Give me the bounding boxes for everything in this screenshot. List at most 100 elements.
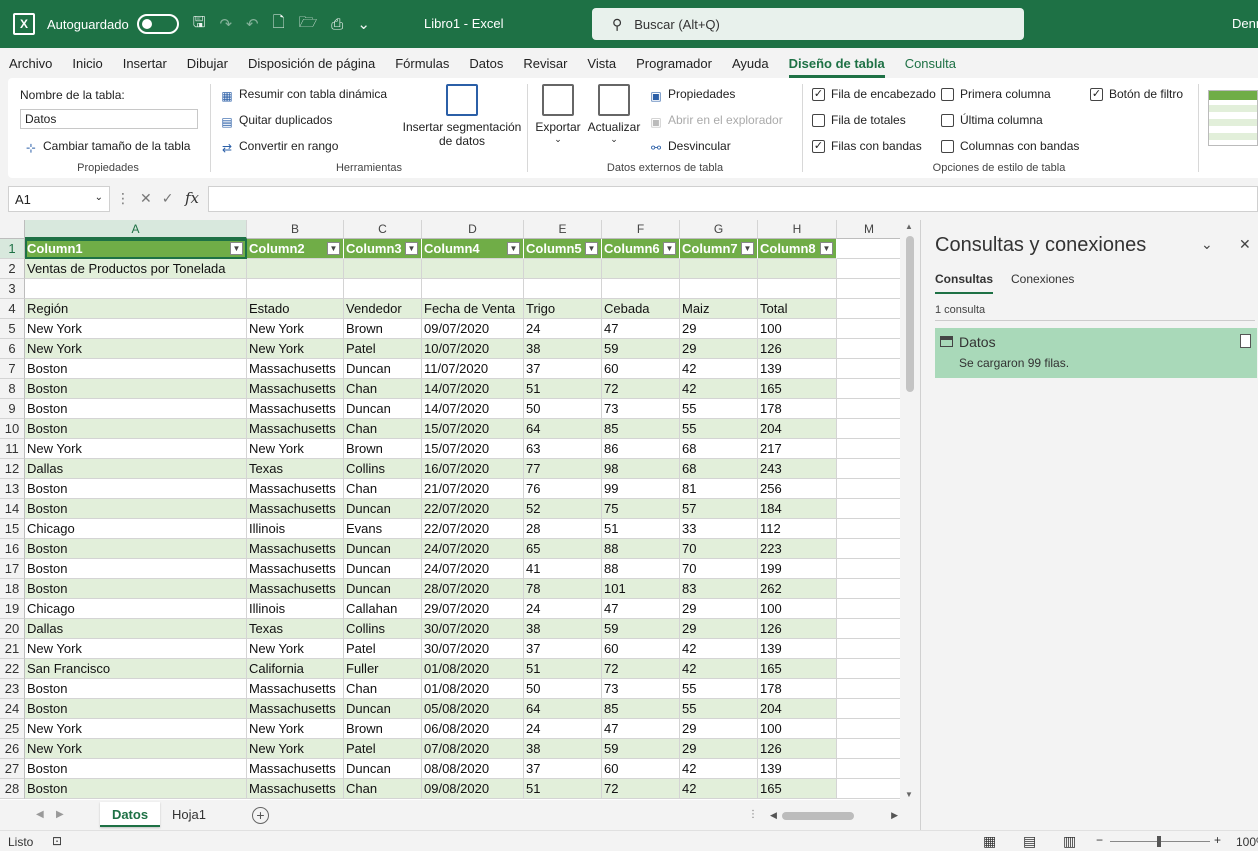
cell[interactable]: Boston bbox=[25, 579, 247, 599]
cell[interactable]: Ventas de Productos por Tonelada bbox=[25, 259, 247, 279]
cell[interactable]: 59 bbox=[602, 739, 680, 759]
cell[interactable]: New York bbox=[25, 319, 247, 339]
row-header[interactable]: 17 bbox=[0, 559, 25, 579]
cell[interactable]: 22/07/2020 bbox=[422, 499, 524, 519]
cell[interactable] bbox=[524, 279, 602, 299]
tab-formulas[interactable]: Fórmulas bbox=[395, 56, 449, 71]
cell[interactable] bbox=[837, 419, 900, 439]
tab-inicio[interactable]: Inicio bbox=[72, 56, 102, 71]
cell[interactable] bbox=[837, 679, 900, 699]
cell[interactable]: 73 bbox=[602, 679, 680, 699]
cell[interactable]: 126 bbox=[758, 619, 837, 639]
cell[interactable]: 37 bbox=[524, 359, 602, 379]
row-header[interactable]: 11 bbox=[0, 439, 25, 459]
table-header-cell[interactable]: Column6 ▼ bbox=[602, 239, 680, 259]
cell[interactable] bbox=[837, 259, 900, 279]
cell[interactable] bbox=[837, 659, 900, 679]
spreadsheet-grid[interactable]: A B C D E F G H M 1 Column1 ▼ Column2 ▼ Column3 ▼ Column… bbox=[0, 220, 900, 800]
horizontal-scrollbar[interactable]: ◀ ▶ bbox=[770, 810, 898, 822]
cell[interactable]: 29 bbox=[680, 339, 758, 359]
cell[interactable]: 73 bbox=[602, 399, 680, 419]
row-header[interactable]: 28 bbox=[0, 779, 25, 799]
cell[interactable] bbox=[837, 499, 900, 519]
cell[interactable]: 29 bbox=[680, 319, 758, 339]
cell[interactable]: Massachusetts bbox=[247, 699, 344, 719]
column-header[interactable]: A bbox=[25, 220, 247, 239]
cell[interactable] bbox=[837, 539, 900, 559]
row-header[interactable]: 26 bbox=[0, 739, 25, 759]
cell[interactable]: 08/08/2020 bbox=[422, 759, 524, 779]
refresh-button[interactable]: Actualizar ⌄ bbox=[585, 84, 643, 145]
cell[interactable]: 47 bbox=[602, 599, 680, 619]
tab-consultas[interactable]: Consultas bbox=[935, 272, 994, 294]
cell[interactable]: 24 bbox=[524, 599, 602, 619]
cell[interactable]: Boston bbox=[25, 359, 247, 379]
cell[interactable] bbox=[602, 279, 680, 299]
cell[interactable] bbox=[422, 279, 524, 299]
cell[interactable]: 126 bbox=[758, 739, 837, 759]
table-header-cell[interactable]: Column7 ▼ bbox=[680, 239, 758, 259]
filter-dropdown-icon[interactable]: ▼ bbox=[405, 242, 418, 255]
cell[interactable] bbox=[837, 599, 900, 619]
cell[interactable]: Trigo bbox=[524, 299, 602, 319]
row-header[interactable]: 18 bbox=[0, 579, 25, 599]
tab-conexiones[interactable]: Conexiones bbox=[1011, 272, 1074, 294]
cell[interactable]: 85 bbox=[602, 699, 680, 719]
cell[interactable]: 217 bbox=[758, 439, 837, 459]
cell[interactable]: 24 bbox=[524, 719, 602, 739]
cell[interactable]: 14/07/2020 bbox=[422, 379, 524, 399]
cell[interactable]: 52 bbox=[524, 499, 602, 519]
row-header[interactable]: 13 bbox=[0, 479, 25, 499]
column-header[interactable]: M bbox=[837, 220, 900, 239]
search-box[interactable]: ⚲ Buscar (Alt+Q) bbox=[592, 8, 1024, 40]
cell[interactable]: New York bbox=[25, 739, 247, 759]
cell[interactable]: 100 bbox=[758, 599, 837, 619]
cell[interactable]: 64 bbox=[524, 699, 602, 719]
close-icon[interactable]: ✕ bbox=[1239, 236, 1251, 253]
remove-duplicates-button[interactable]: ▤ Quitar duplicados bbox=[220, 113, 332, 129]
cell[interactable]: New York bbox=[25, 439, 247, 459]
cell[interactable]: 81 bbox=[680, 479, 758, 499]
cell[interactable]: Collins bbox=[344, 459, 422, 479]
cell[interactable]: Chan bbox=[344, 379, 422, 399]
cell[interactable]: 33 bbox=[680, 519, 758, 539]
cell[interactable]: 165 bbox=[758, 779, 837, 799]
cell[interactable]: 65 bbox=[524, 539, 602, 559]
customize-toolbar-icon[interactable]: ⌄ bbox=[357, 15, 370, 33]
cell[interactable]: Dallas bbox=[25, 619, 247, 639]
cell[interactable]: Región bbox=[25, 299, 247, 319]
undo-icon[interactable]: ↶ bbox=[246, 15, 259, 33]
cell[interactable]: 60 bbox=[602, 639, 680, 659]
tab-insertar[interactable]: Insertar bbox=[123, 56, 167, 71]
cell[interactable] bbox=[837, 479, 900, 499]
cell[interactable]: Massachusetts bbox=[247, 579, 344, 599]
table-header-cell[interactable]: Column5 ▼ bbox=[524, 239, 602, 259]
cell[interactable]: California bbox=[247, 659, 344, 679]
tab-diseno-tabla[interactable]: Diseño de tabla bbox=[788, 56, 885, 78]
scroll-down-icon[interactable]: ▼ bbox=[905, 790, 913, 799]
filter-dropdown-icon[interactable]: ▼ bbox=[820, 242, 833, 255]
filter-dropdown-icon[interactable]: ▼ bbox=[663, 242, 676, 255]
cell[interactable]: Boston bbox=[25, 699, 247, 719]
column-header[interactable]: C bbox=[344, 220, 422, 239]
cell[interactable] bbox=[344, 259, 422, 279]
row-header[interactable]: 24 bbox=[0, 699, 25, 719]
cell[interactable]: 178 bbox=[758, 399, 837, 419]
cell[interactable]: 100 bbox=[758, 319, 837, 339]
cell[interactable]: 68 bbox=[680, 459, 758, 479]
cell[interactable]: New York bbox=[25, 719, 247, 739]
cell[interactable]: 55 bbox=[680, 419, 758, 439]
cell[interactable]: 101 bbox=[602, 579, 680, 599]
cell[interactable]: Vendedor bbox=[344, 299, 422, 319]
cell[interactable]: Cebada bbox=[602, 299, 680, 319]
cell[interactable]: Dallas bbox=[25, 459, 247, 479]
cell[interactable] bbox=[837, 359, 900, 379]
cell[interactable]: 24/07/2020 bbox=[422, 539, 524, 559]
cell[interactable]: 51 bbox=[524, 659, 602, 679]
page-layout-icon[interactable]: ▤ bbox=[1023, 833, 1036, 850]
insert-slicer-button[interactable]: Insertar segmentación de datos bbox=[400, 84, 524, 148]
tab-revisar[interactable]: Revisar bbox=[523, 56, 567, 71]
pane-options-icon[interactable]: ⌄ bbox=[1201, 236, 1213, 253]
cell[interactable]: Estado bbox=[247, 299, 344, 319]
save-icon[interactable]: 🖫 bbox=[193, 12, 206, 37]
